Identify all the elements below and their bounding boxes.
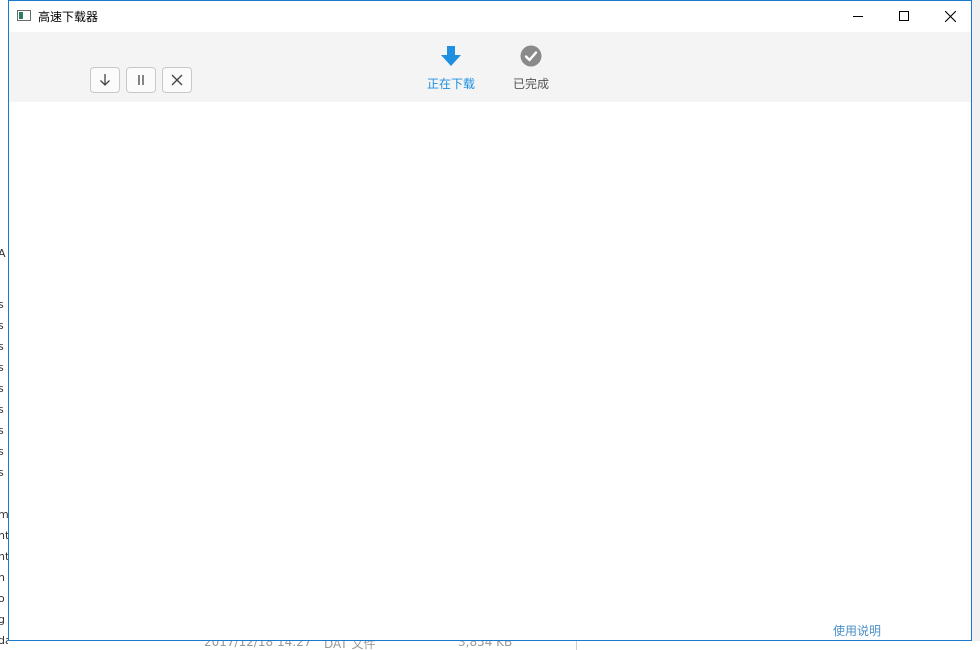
bg-row: s bbox=[0, 340, 4, 353]
tab-completed-label: 已完成 bbox=[512, 77, 549, 91]
bg-row: nt bbox=[0, 529, 8, 542]
download-arrow-icon bbox=[441, 46, 461, 66]
background-window-left: A s s s s s s s s s m nt nt n o g dat bbox=[0, 0, 8, 650]
downloader-window: 高速下载器 正在下载 已完成 bbox=[8, 0, 972, 641]
bg-size: 3,854 KB bbox=[458, 641, 513, 649]
bg-row: g bbox=[0, 613, 5, 626]
minimize-button[interactable] bbox=[835, 1, 881, 31]
app-icon bbox=[17, 10, 31, 21]
maximize-button[interactable] bbox=[881, 1, 927, 31]
bg-row: s bbox=[0, 298, 4, 311]
download-list-area bbox=[9, 102, 971, 640]
check-circle-icon bbox=[520, 45, 542, 67]
bg-row: s bbox=[0, 466, 4, 479]
minimize-icon bbox=[853, 16, 863, 17]
bg-row: m bbox=[0, 508, 8, 521]
pause-icon bbox=[138, 75, 144, 85]
bg-row: o bbox=[0, 592, 5, 605]
close-icon bbox=[171, 74, 183, 86]
cancel-download-button[interactable] bbox=[162, 67, 192, 93]
bg-divider bbox=[576, 641, 577, 650]
tab-downloading-label: 正在下载 bbox=[426, 77, 475, 91]
bg-row: s bbox=[0, 319, 4, 332]
bg-row: s bbox=[0, 403, 4, 416]
close-icon bbox=[944, 10, 956, 22]
bg-type: DAT 文件 bbox=[324, 641, 376, 650]
close-window-button[interactable] bbox=[927, 1, 973, 31]
bg-row: s bbox=[0, 445, 4, 458]
title-bar[interactable]: 高速下载器 bbox=[9, 1, 971, 31]
bg-row: s bbox=[0, 361, 4, 374]
bg-row: nt bbox=[0, 550, 8, 563]
start-download-button[interactable] bbox=[90, 67, 120, 93]
bg-row: dat bbox=[0, 634, 8, 647]
bg-date: 2017/12/18 14:27 bbox=[204, 641, 312, 649]
help-link[interactable]: 使用说明 bbox=[833, 622, 881, 639]
bg-row: s bbox=[0, 382, 4, 395]
bg-row: A bbox=[0, 247, 6, 260]
maximize-icon bbox=[899, 11, 909, 21]
tab-downloading[interactable]: 正在下载 bbox=[421, 45, 481, 92]
pause-download-button[interactable] bbox=[126, 67, 156, 93]
toolbar: 正在下载 已完成 bbox=[9, 32, 971, 102]
bg-row: n bbox=[0, 571, 5, 584]
window-title: 高速下载器 bbox=[38, 10, 99, 24]
desktop-background: A s s s s s s s s s m nt nt n o g dat 20… bbox=[0, 0, 980, 650]
arrow-down-icon bbox=[100, 74, 110, 86]
bg-row: s bbox=[0, 424, 4, 437]
background-window-bottom: 2017/12/18 14:27 DAT 文件 3,854 KB bbox=[8, 641, 980, 650]
tab-completed[interactable]: 已完成 bbox=[501, 45, 561, 92]
